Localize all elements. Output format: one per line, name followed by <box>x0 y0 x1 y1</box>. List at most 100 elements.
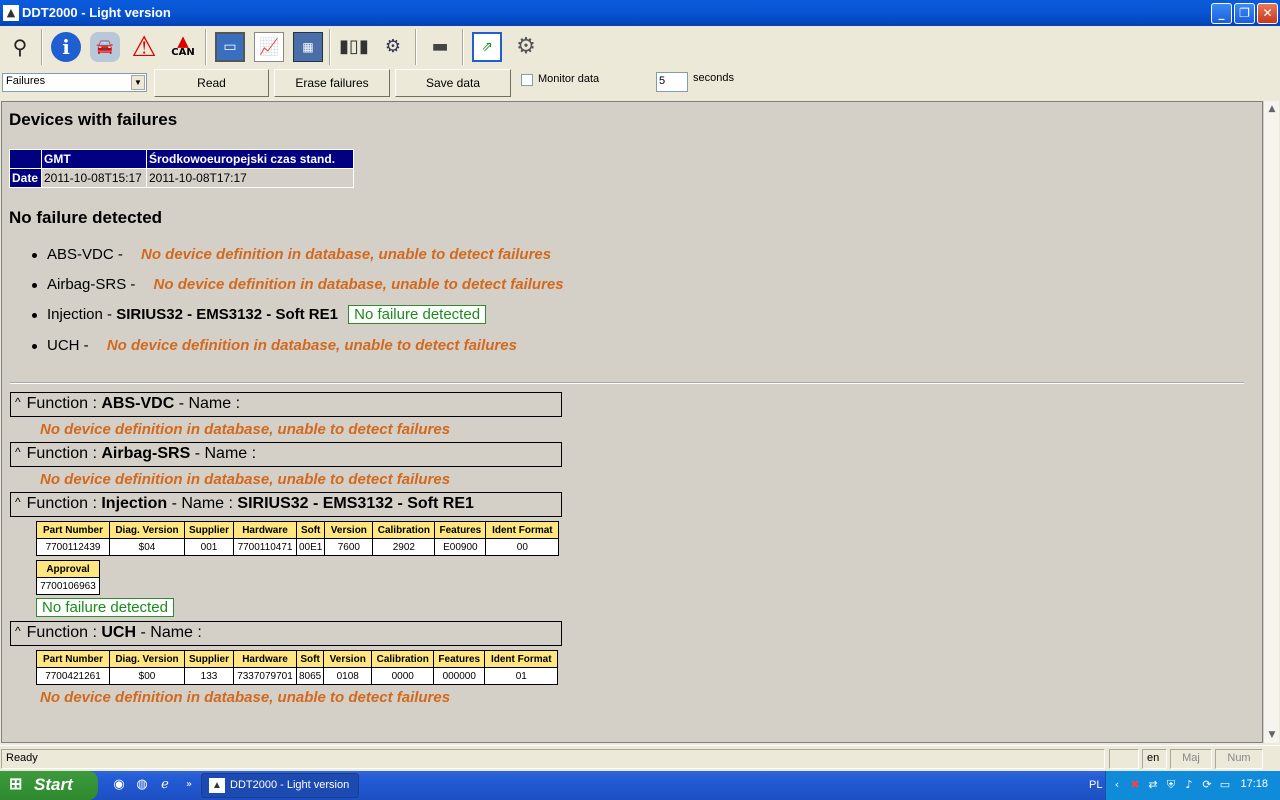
toolbar-separator <box>462 29 464 65</box>
ok-badge: No failure detected <box>36 598 174 617</box>
function-sep: - Name : <box>140 624 202 641</box>
ident-header: Features <box>433 650 486 668</box>
tray-volume-icon[interactable]: ♪ <box>1182 778 1196 792</box>
tray-monitor-icon[interactable]: ▭ <box>1218 778 1232 792</box>
minimize-button[interactable]: _ <box>1211 3 1232 24</box>
car-sensor-icon: 🚘 <box>90 32 120 62</box>
window-switch-button[interactable]: ⇗ <box>469 28 505 66</box>
ident-value: 0108 <box>323 667 373 685</box>
tray-update-icon[interactable]: ⟳ <box>1200 778 1214 792</box>
can-button[interactable]: ▲ CAN <box>165 28 201 66</box>
monitor-button[interactable]: ▭ <box>212 28 248 66</box>
date-value: 2011-10-08T17:17 <box>146 168 354 188</box>
function-header-abs-vdc[interactable]: ^ Function : ABS-VDC - Name : <box>10 392 562 417</box>
title-bar[interactable]: ▲ DDT2000 - Light version _ ❐ ✕ <box>0 0 1280 26</box>
collapse-caret[interactable]: ^ <box>15 445 21 459</box>
function-prefix: Function : <box>26 624 97 641</box>
taskbar-item-ddt2000[interactable]: ▲ DDT2000 - Light version <box>201 773 359 798</box>
status-num: Num <box>1215 749 1263 769</box>
status-title: No failure detected <box>9 208 163 227</box>
info-button[interactable]: i <box>48 28 84 66</box>
tray-security-icon[interactable]: ⛨ <box>1164 778 1178 792</box>
collapse-caret[interactable]: ^ <box>15 395 21 409</box>
scroll-up-icon[interactable]: ▲ <box>1264 101 1280 117</box>
close-button[interactable]: ✕ <box>1257 3 1278 24</box>
ident-header: Features <box>434 521 487 539</box>
gears-button[interactable]: ⚙ <box>508 28 544 66</box>
start-label: Start <box>34 775 73 794</box>
car-sensor-button[interactable]: 🚘 <box>87 28 123 66</box>
ident-value: 133 <box>184 667 234 685</box>
tray-network-icon[interactable]: ⇄ <box>1146 778 1160 792</box>
vertical-scrollbar[interactable]: ▲ ▼ <box>1263 101 1279 743</box>
status-caps: Maj <box>1170 749 1212 769</box>
toolbar: ⚲ i 🚘 ⚠ ▲ CAN ▭ 📈 ▦ ▮▯▮ ⚙ ▬ ⇗ ⚙ <box>0 26 1280 68</box>
start-button[interactable]: ⊞ Start <box>0 771 98 800</box>
language-indicator[interactable]: PL <box>1089 779 1102 791</box>
chip-button[interactable]: ▬ <box>422 28 458 66</box>
dashboard-button[interactable]: ▦ <box>290 28 326 66</box>
toolbar-separator <box>41 29 43 65</box>
mode-select[interactable]: Failures ▼ <box>2 73 147 92</box>
can-warning-icon: ▲ CAN <box>171 32 195 59</box>
chip-icon: ▬ <box>431 36 449 57</box>
function-prefix: Function : <box>26 495 97 512</box>
barcode-scanner-button[interactable]: ▮▯▮ <box>336 28 372 66</box>
function-sep: - Name : <box>194 445 257 462</box>
app-icon[interactable]: ▲ <box>3 5 19 21</box>
toolbar-separator <box>329 29 331 65</box>
function-header-uch[interactable]: ^ Function : UCH - Name : <box>10 621 562 646</box>
collapse-caret[interactable]: ^ <box>15 495 21 509</box>
ident-header: Hardware <box>233 521 297 539</box>
function-soft: SIRIUS32 - EMS3132 - Soft RE1 <box>237 495 474 512</box>
ident-header: Version <box>324 521 374 539</box>
injector-icon: ⚙ <box>384 36 402 57</box>
warning-button[interactable]: ⚠ <box>126 28 162 66</box>
device-name: ABS-VDC - <box>47 246 123 263</box>
bullet <box>32 252 37 258</box>
tray-error-icon[interactable]: ✖ <box>1128 778 1142 792</box>
erase-failures-button[interactable]: Erase failures <box>274 69 390 97</box>
ident-value: 2902 <box>372 538 436 556</box>
maximize-button[interactable]: ❐ <box>1234 3 1255 24</box>
device-name: Airbag-SRS - <box>47 276 136 293</box>
injector-button[interactable]: ⚙ <box>375 28 411 66</box>
ident-header: Calibration <box>371 650 435 668</box>
save-data-button[interactable]: Save data <box>395 69 511 97</box>
function-message: No device definition in database, unable… <box>40 471 451 488</box>
info-icon: i <box>51 32 81 62</box>
function-prefix: Function : <box>26 445 97 462</box>
function-name: Airbag-SRS <box>101 445 191 462</box>
date-table-header: Środkowoeuropejski czas stand. <box>146 149 354 169</box>
chart-save-button[interactable]: 📈 <box>251 28 287 66</box>
device-item: Injection - SIRIUS32 - EMS3132 - Soft RE… <box>32 305 487 324</box>
quicklaunch-ie-icon[interactable]: ℯ <box>156 776 174 794</box>
ident-value: 7600 <box>324 538 374 556</box>
quicklaunch-more-icon[interactable]: » <box>180 776 198 794</box>
monitor-data-checkbox[interactable] <box>521 74 533 86</box>
barcode-scanner-icon: ▮▯▮ <box>339 36 369 57</box>
function-header-injection[interactable]: ^ Function : Injection - Name : SIRIUS32 … <box>10 492 562 517</box>
ident-header: Diag. Version <box>109 521 185 539</box>
collapse-caret[interactable]: ^ <box>15 624 21 638</box>
function-prefix: Function : <box>26 395 97 412</box>
quicklaunch-firefox-icon[interactable]: ◍ <box>133 776 151 794</box>
ident-table-uch: Part Number Diag. Version Supplier Hardw… <box>36 650 559 685</box>
chevron-down-icon[interactable]: ▼ <box>131 75 145 90</box>
read-button[interactable]: Read <box>154 69 269 97</box>
ddt-app-icon: ▲ <box>209 778 225 793</box>
date-value: 2011-10-08T15:17 <box>41 168 147 188</box>
seconds-label: seconds <box>693 72 734 84</box>
quicklaunch-explorer-icon[interactable]: ◉ <box>110 776 128 794</box>
binoculars-button[interactable]: ⚲ <box>2 28 38 66</box>
function-header-airbag-srs[interactable]: ^ Function : Airbag-SRS - Name : <box>10 442 562 467</box>
tray-expand-icon[interactable]: ‹ <box>1110 778 1124 792</box>
device-item: ABS-VDC - No device definition in databa… <box>32 246 551 263</box>
function-sep: - Name : <box>178 395 241 412</box>
scroll-down-icon[interactable]: ▼ <box>1264 727 1280 743</box>
clock[interactable]: 17:18 <box>1240 778 1268 790</box>
interval-input[interactable]: 5 <box>656 72 688 92</box>
monitor-icon: ▭ <box>215 32 245 62</box>
status-empty <box>1109 749 1139 769</box>
report-view[interactable]: Devices with failures GMT Środkowoeurope… <box>1 101 1263 743</box>
